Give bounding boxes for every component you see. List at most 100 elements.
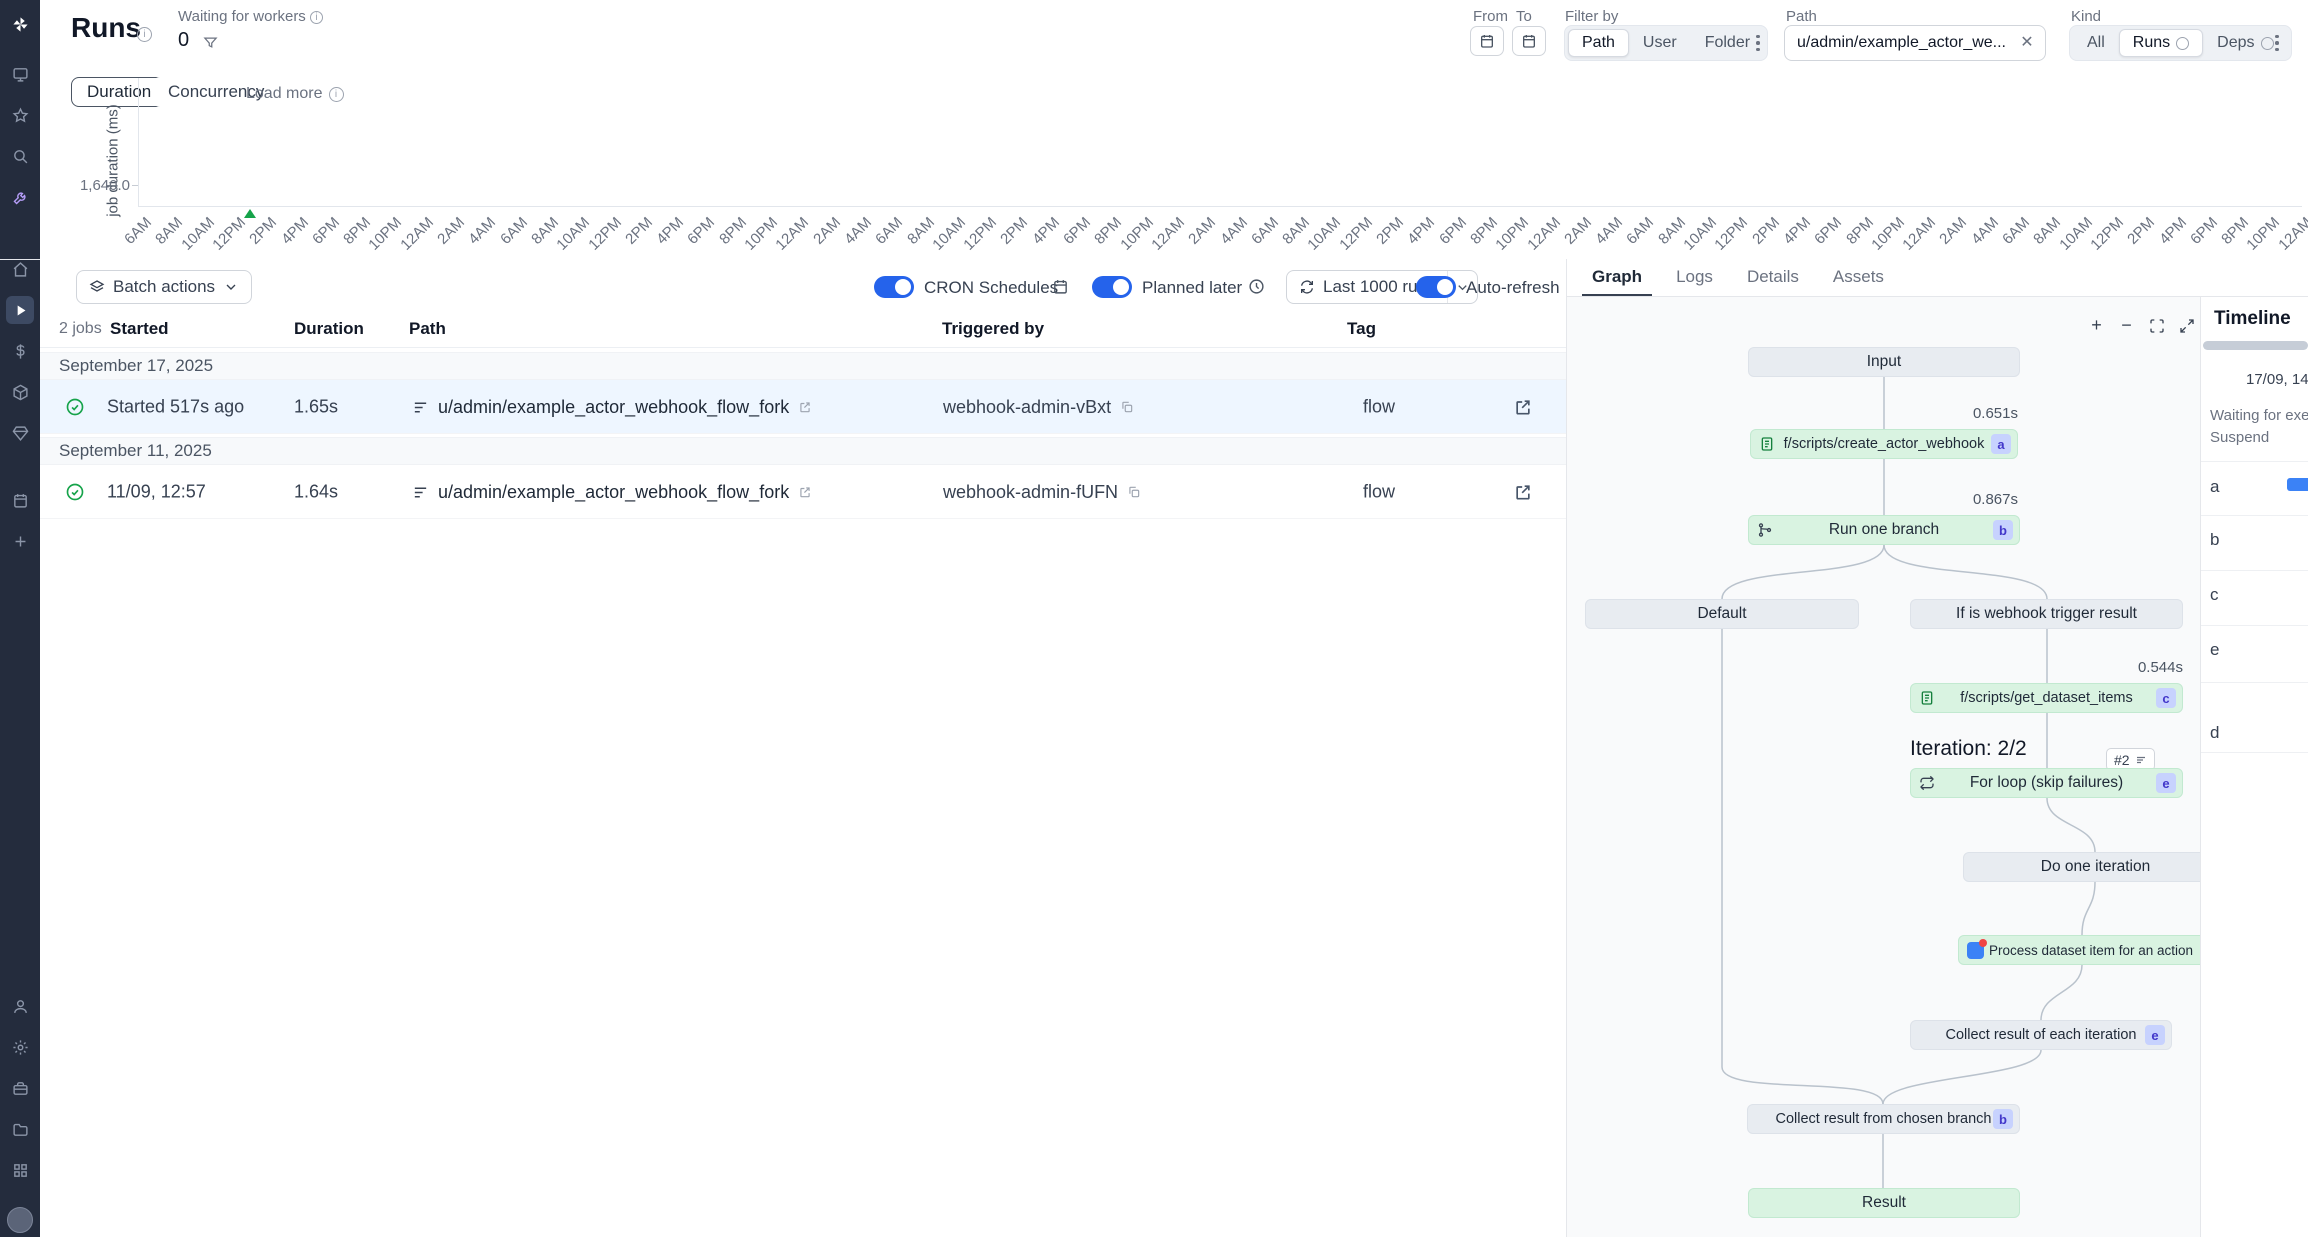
col-duration[interactable]: Duration: [294, 319, 364, 339]
date-section-header: September 11, 2025: [40, 437, 1566, 465]
job-triggered-by: webhook-admin-vBxt: [943, 397, 1111, 418]
clear-path-icon[interactable]: ✕: [2018, 33, 2036, 51]
job-duration: 1.65s: [294, 396, 338, 417]
zoom-out-icon[interactable]: −: [2114, 313, 2139, 338]
batch-actions-button[interactable]: Batch actions: [76, 270, 252, 304]
y-axis-tick: 1,640.0: [58, 177, 130, 194]
col-path[interactable]: Path: [409, 319, 446, 339]
node-default-branch[interactable]: Default: [1585, 599, 1859, 629]
chevron-down-icon: [223, 279, 239, 295]
open-run-icon[interactable]: [1513, 482, 1533, 502]
runs-kind-icon: [2176, 37, 2189, 50]
path-filter-input[interactable]: [1784, 25, 2046, 61]
date-section-header: September 17, 2025: [40, 352, 1566, 380]
open-path-icon[interactable]: [798, 485, 812, 499]
success-check-icon: [65, 397, 85, 417]
search-icon[interactable]: [6, 142, 34, 170]
windmill-logo-icon[interactable]: [6, 10, 34, 38]
expand-icon[interactable]: [2174, 313, 2199, 338]
layers-icon: [89, 279, 105, 295]
col-tag[interactable]: Tag: [1347, 319, 1376, 339]
job-duration: 1.64s: [294, 481, 338, 502]
node-create-webhook[interactable]: f/scripts/create_actor_webhook a: [1750, 429, 2018, 459]
toolbox-icon[interactable]: [6, 1074, 34, 1102]
package-icon[interactable]: [6, 378, 34, 406]
from-date-button[interactable]: [1470, 26, 1504, 56]
tab-graph[interactable]: Graph: [1582, 259, 1652, 296]
monitor-icon[interactable]: [6, 60, 34, 88]
node-collect-branch[interactable]: Collect result from chosen branch b: [1747, 1104, 2020, 1134]
timeline-date: 17/09, 14:3: [2246, 371, 2308, 388]
node-do-one-iteration[interactable]: Do one iteration: [1963, 852, 2200, 882]
user-icon[interactable]: [6, 992, 34, 1020]
timeline-step-label[interactable]: a: [2210, 477, 2219, 497]
tab-logs[interactable]: Logs: [1666, 259, 1723, 296]
kind-more-kebab-icon[interactable]: [2266, 29, 2288, 57]
tab-assets[interactable]: Assets: [1823, 259, 1894, 296]
filter-more-kebab-icon[interactable]: [1747, 29, 1769, 57]
kind-option-all[interactable]: All: [2073, 29, 2119, 57]
node-process-item[interactable]: Process dataset item for an action: [1958, 935, 2200, 965]
fit-view-icon[interactable]: [2144, 313, 2169, 338]
star-icon[interactable]: [6, 101, 34, 129]
planned-later-toggle[interactable]: [1092, 276, 1132, 298]
col-started[interactable]: Started: [110, 319, 169, 339]
copy-icon[interactable]: [1120, 400, 1134, 414]
to-date-button[interactable]: [1512, 26, 1546, 56]
title-info-icon[interactable]: i: [137, 27, 152, 42]
iteration-label: Iteration: 2/2: [1910, 737, 2027, 761]
node-if-branch[interactable]: If is webhook trigger result: [1910, 599, 2183, 629]
settings-gear-icon[interactable]: [6, 1033, 34, 1061]
open-run-icon[interactable]: [1513, 397, 1533, 417]
table-header-divider: [40, 347, 1566, 348]
folder-icon[interactable]: [6, 1115, 34, 1143]
user-avatar[interactable]: [7, 1207, 33, 1233]
timeline-legend-suspend: Suspend: [2210, 429, 2269, 446]
cron-schedules-toggle[interactable]: [874, 276, 914, 298]
runs-play-icon[interactable]: [6, 296, 34, 324]
plus-icon[interactable]: [6, 527, 34, 555]
kind-option-runs[interactable]: Runs: [2119, 29, 2203, 57]
timeline-row-divider: [2201, 625, 2308, 626]
timeline-scrollbar[interactable]: [2203, 341, 2308, 350]
calendar-icon[interactable]: [6, 486, 34, 514]
load-more-button[interactable]: Load morei: [246, 85, 344, 103]
node-collect-iteration[interactable]: Collect result of each iteration e: [1910, 1020, 2172, 1050]
job-path[interactable]: u/admin/example_actor_webhook_flow_fork: [438, 482, 789, 503]
open-path-icon[interactable]: [798, 400, 812, 414]
waiting-info-icon[interactable]: i: [310, 11, 323, 24]
col-triggered-by[interactable]: Triggered by: [942, 319, 1044, 339]
dollar-icon[interactable]: [6, 337, 34, 365]
auto-refresh-toggle[interactable]: [1416, 276, 1456, 298]
timeline-exec-bar: [2287, 478, 2308, 491]
timeline-step-label[interactable]: e: [2210, 640, 2219, 660]
timeline-step-label[interactable]: c: [2210, 585, 2219, 605]
runs-chart: Duration Concurrency Load morei job dura…: [40, 66, 2308, 259]
load-more-info-icon: i: [329, 87, 344, 102]
runs-list-panel: Batch actions CRON Schedules Planned lat…: [40, 259, 1566, 1237]
funnel-icon[interactable]: [203, 35, 218, 50]
timeline-step-label[interactable]: d: [2210, 723, 2219, 743]
timeline-step-label[interactable]: b: [2210, 530, 2219, 550]
copy-icon[interactable]: [1127, 485, 1141, 499]
node-badge: c: [2156, 688, 2176, 708]
grid-icon[interactable]: [6, 1156, 34, 1184]
node-get-dataset-items[interactable]: f/scripts/get_dataset_items c: [1910, 683, 2183, 713]
node-input[interactable]: Input: [1748, 347, 2020, 377]
filter-option-path[interactable]: Path: [1568, 29, 1629, 57]
filter-option-user[interactable]: User: [1629, 29, 1691, 57]
node-run-one-branch[interactable]: Run one branch b: [1748, 515, 2020, 545]
gem-icon[interactable]: [6, 419, 34, 447]
tab-details[interactable]: Details: [1737, 259, 1809, 296]
wrench-icon[interactable]: [6, 183, 34, 211]
job-path[interactable]: u/admin/example_actor_webhook_flow_fork: [438, 397, 789, 418]
job-row[interactable]: 11/09, 12:57 1.64s u/admin/example_actor…: [40, 465, 1566, 519]
job-row[interactable]: Started 517s ago 1.65s u/admin/example_a…: [40, 380, 1566, 434]
job-tag: flow: [1363, 481, 1395, 502]
job-started: 11/09, 12:57: [107, 481, 206, 502]
zoom-in-icon[interactable]: +: [2084, 313, 2109, 338]
node-badge: b: [1993, 520, 2013, 540]
node-for-loop[interactable]: For loop (skip failures) e: [1910, 768, 2183, 798]
node-duration: 0.544s: [2062, 659, 2183, 676]
node-result[interactable]: Result: [1748, 1188, 2020, 1218]
